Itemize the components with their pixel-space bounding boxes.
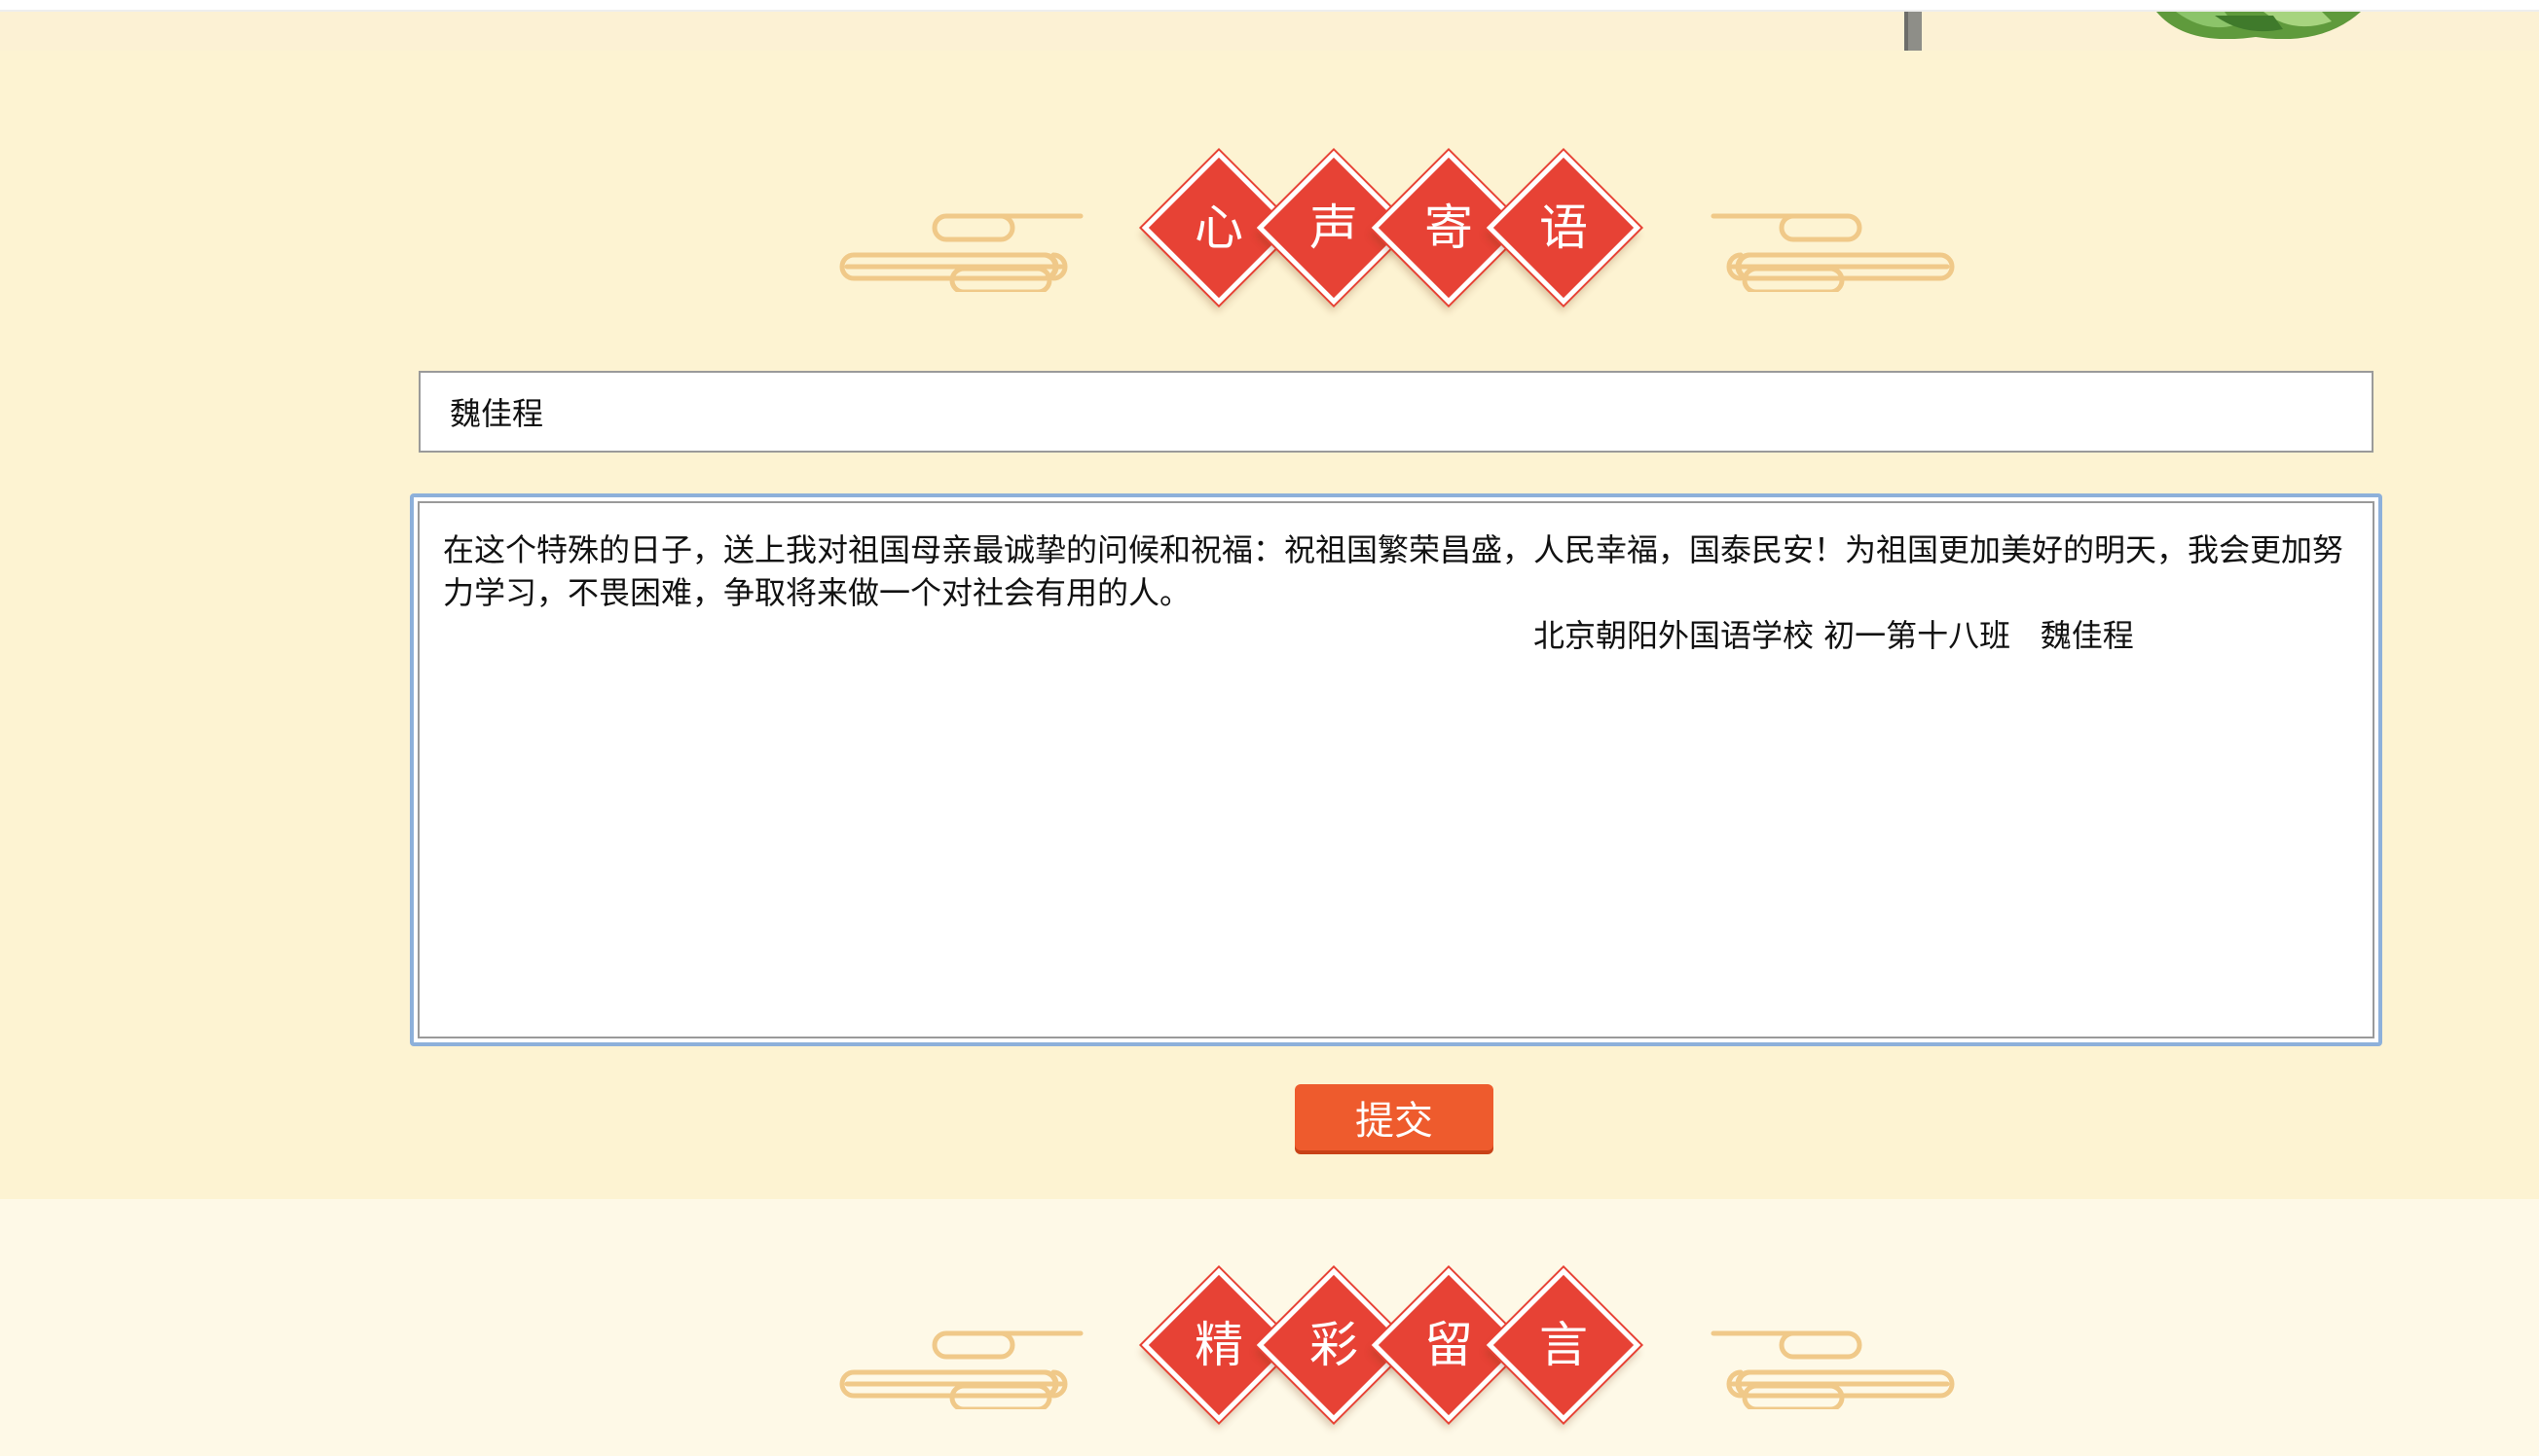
cloud-ornament-left xyxy=(839,1330,1084,1409)
message-signature: 北京朝阳外国语学校 初一第十八班 魏佳程 xyxy=(1533,617,2134,654)
message-line: 力学习，不畏困难，争取将来做一个对社会有用的人。 xyxy=(443,574,1192,611)
cloud-ornament-right xyxy=(1711,213,1955,292)
cloud-ornament-right xyxy=(1711,1330,1955,1409)
decorative-pole xyxy=(1904,12,1922,55)
heading-char: 寄 xyxy=(1424,200,1473,256)
heading-char: 彩 xyxy=(1309,1317,1358,1373)
heading-char: 言 xyxy=(1539,1317,1588,1373)
leaves-decoration xyxy=(2156,12,2361,39)
message-section-heading: 心 声 寄 语 xyxy=(837,146,1957,311)
submit-button[interactable]: 提交 xyxy=(1295,1084,1493,1150)
message-content[interactable]: 在这个特殊的日子，送上我对祖国母亲最诚挚的问候和祝福：祝祖国繁荣昌盛，人民幸福，… xyxy=(418,501,2374,1038)
heading-char: 语 xyxy=(1539,200,1588,256)
heading-char: 心 xyxy=(1195,200,1243,256)
messages-section-heading: 精 彩 留 言 xyxy=(837,1263,1957,1429)
message-line: 在这个特殊的日子，送上我对祖国母亲最诚挚的问候和祝福：祝祖国繁荣昌盛，人民幸福，… xyxy=(443,531,2344,568)
message-textarea[interactable]: 在这个特殊的日子，送上我对祖国母亲最诚挚的问候和祝福：祝祖国繁荣昌盛，人民幸福，… xyxy=(410,493,2382,1046)
cloud-ornament-left xyxy=(839,213,1084,292)
heading-char: 留 xyxy=(1424,1317,1473,1373)
name-input[interactable] xyxy=(419,371,2373,453)
heading-char: 精 xyxy=(1195,1317,1243,1373)
heading-char: 声 xyxy=(1309,200,1358,256)
top-strip xyxy=(0,0,2539,10)
